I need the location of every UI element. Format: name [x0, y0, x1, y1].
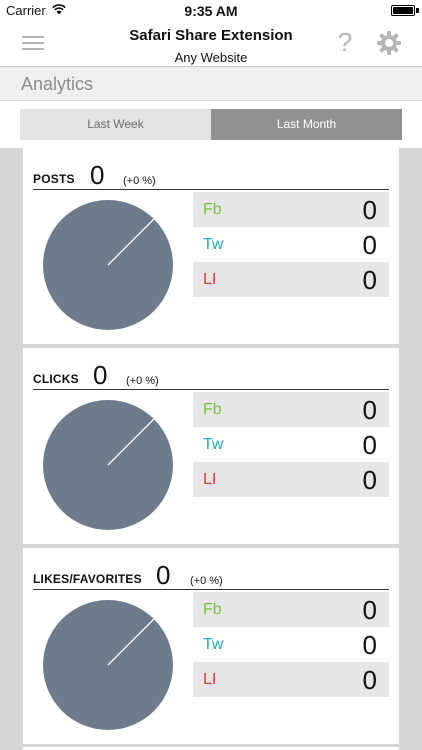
- section-title: Analytics: [21, 74, 94, 94]
- network-label: Fb: [203, 201, 222, 218]
- pie-chart: [43, 600, 173, 730]
- card-header: LIKES/FAVORITES 0 (+0 %): [33, 560, 389, 590]
- card-header: POSTS 0 (+0 %): [33, 160, 389, 190]
- network-value: 0: [362, 465, 377, 495]
- card-change: (+0 %): [123, 175, 156, 187]
- status-bar: Carrier 9:35 AM: [0, 0, 422, 22]
- network-value: 0: [362, 630, 377, 660]
- help-icon[interactable]: ?: [335, 27, 355, 57]
- card-count: 0: [156, 560, 171, 590]
- pie-chart: [43, 400, 173, 530]
- network-row-facebook: Fb 0: [193, 392, 389, 427]
- nav-bar: Safari Share Extension Any Website ?: [0, 22, 422, 66]
- network-row-twitter: Tw 0: [193, 427, 389, 462]
- section-header: Analytics: [0, 67, 422, 101]
- network-row-linkedin: LI 0: [193, 262, 389, 297]
- network-value: 0: [362, 430, 377, 460]
- card-header: CLICKS 0 (+0 %): [33, 360, 389, 390]
- network-row-linkedin: LI 0: [193, 462, 389, 497]
- card-count: 0: [93, 360, 108, 390]
- network-row-twitter: Tw 0: [193, 227, 389, 262]
- network-value: 0: [362, 665, 377, 695]
- gear-icon[interactable]: [376, 30, 402, 56]
- network-breakdown: Fb 0 Tw 0 LI 0: [193, 192, 389, 297]
- clock: 9:35 AM: [184, 3, 238, 19]
- network-label: LI: [203, 671, 217, 688]
- card-label: LIKES/FAVORITES: [33, 572, 142, 586]
- network-row-facebook: Fb 0: [193, 192, 389, 227]
- network-row-facebook: Fb 0: [193, 592, 389, 627]
- network-breakdown: Fb 0 Tw 0 LI 0: [193, 592, 389, 697]
- card-label: POSTS: [33, 172, 75, 186]
- network-label: Fb: [203, 401, 222, 418]
- segment-last-month[interactable]: Last Month: [211, 109, 402, 140]
- card-change: (+0 %): [126, 375, 159, 387]
- network-row-twitter: Tw 0: [193, 627, 389, 662]
- battery-tip: [416, 8, 419, 13]
- network-label: LI: [203, 471, 217, 488]
- card-label: CLICKS: [33, 372, 79, 386]
- clicks-card: CLICKS 0 (+0 %) Fb 0 Tw 0 LI 0: [23, 348, 399, 544]
- segment-last-week[interactable]: Last Week: [20, 109, 211, 140]
- network-value: 0: [362, 195, 377, 225]
- network-label: Fb: [203, 601, 222, 618]
- posts-card: POSTS 0 (+0 %) Fb 0 Tw 0 LI 0: [23, 148, 399, 344]
- network-label: Tw: [203, 636, 224, 653]
- network-label: LI: [203, 271, 217, 288]
- network-label: Tw: [203, 436, 224, 453]
- nav-title: Safari Share Extension: [129, 27, 293, 44]
- card-count: 0: [90, 160, 105, 190]
- battery-icon: [391, 5, 415, 16]
- card-change: (+0 %): [190, 575, 223, 587]
- network-value: 0: [362, 595, 377, 625]
- range-selector-bar: Last Week Last Month: [0, 101, 422, 148]
- pie-chart: [43, 200, 173, 330]
- network-value: 0: [362, 395, 377, 425]
- nav-subtitle: Any Website: [174, 50, 248, 65]
- network-row-linkedin: LI 0: [193, 662, 389, 697]
- analytics-content: POSTS 0 (+0 %) Fb 0 Tw 0 LI 0 CLICKS 0 (…: [0, 148, 422, 750]
- network-label: Tw: [203, 236, 224, 253]
- network-value: 0: [362, 230, 377, 260]
- network-breakdown: Fb 0 Tw 0 LI 0: [193, 392, 389, 497]
- network-value: 0: [362, 265, 377, 295]
- likes-favorites-card: LIKES/FAVORITES 0 (+0 %) Fb 0 Tw 0 LI 0: [23, 548, 399, 744]
- range-segmented-control: Last Week Last Month: [20, 109, 402, 140]
